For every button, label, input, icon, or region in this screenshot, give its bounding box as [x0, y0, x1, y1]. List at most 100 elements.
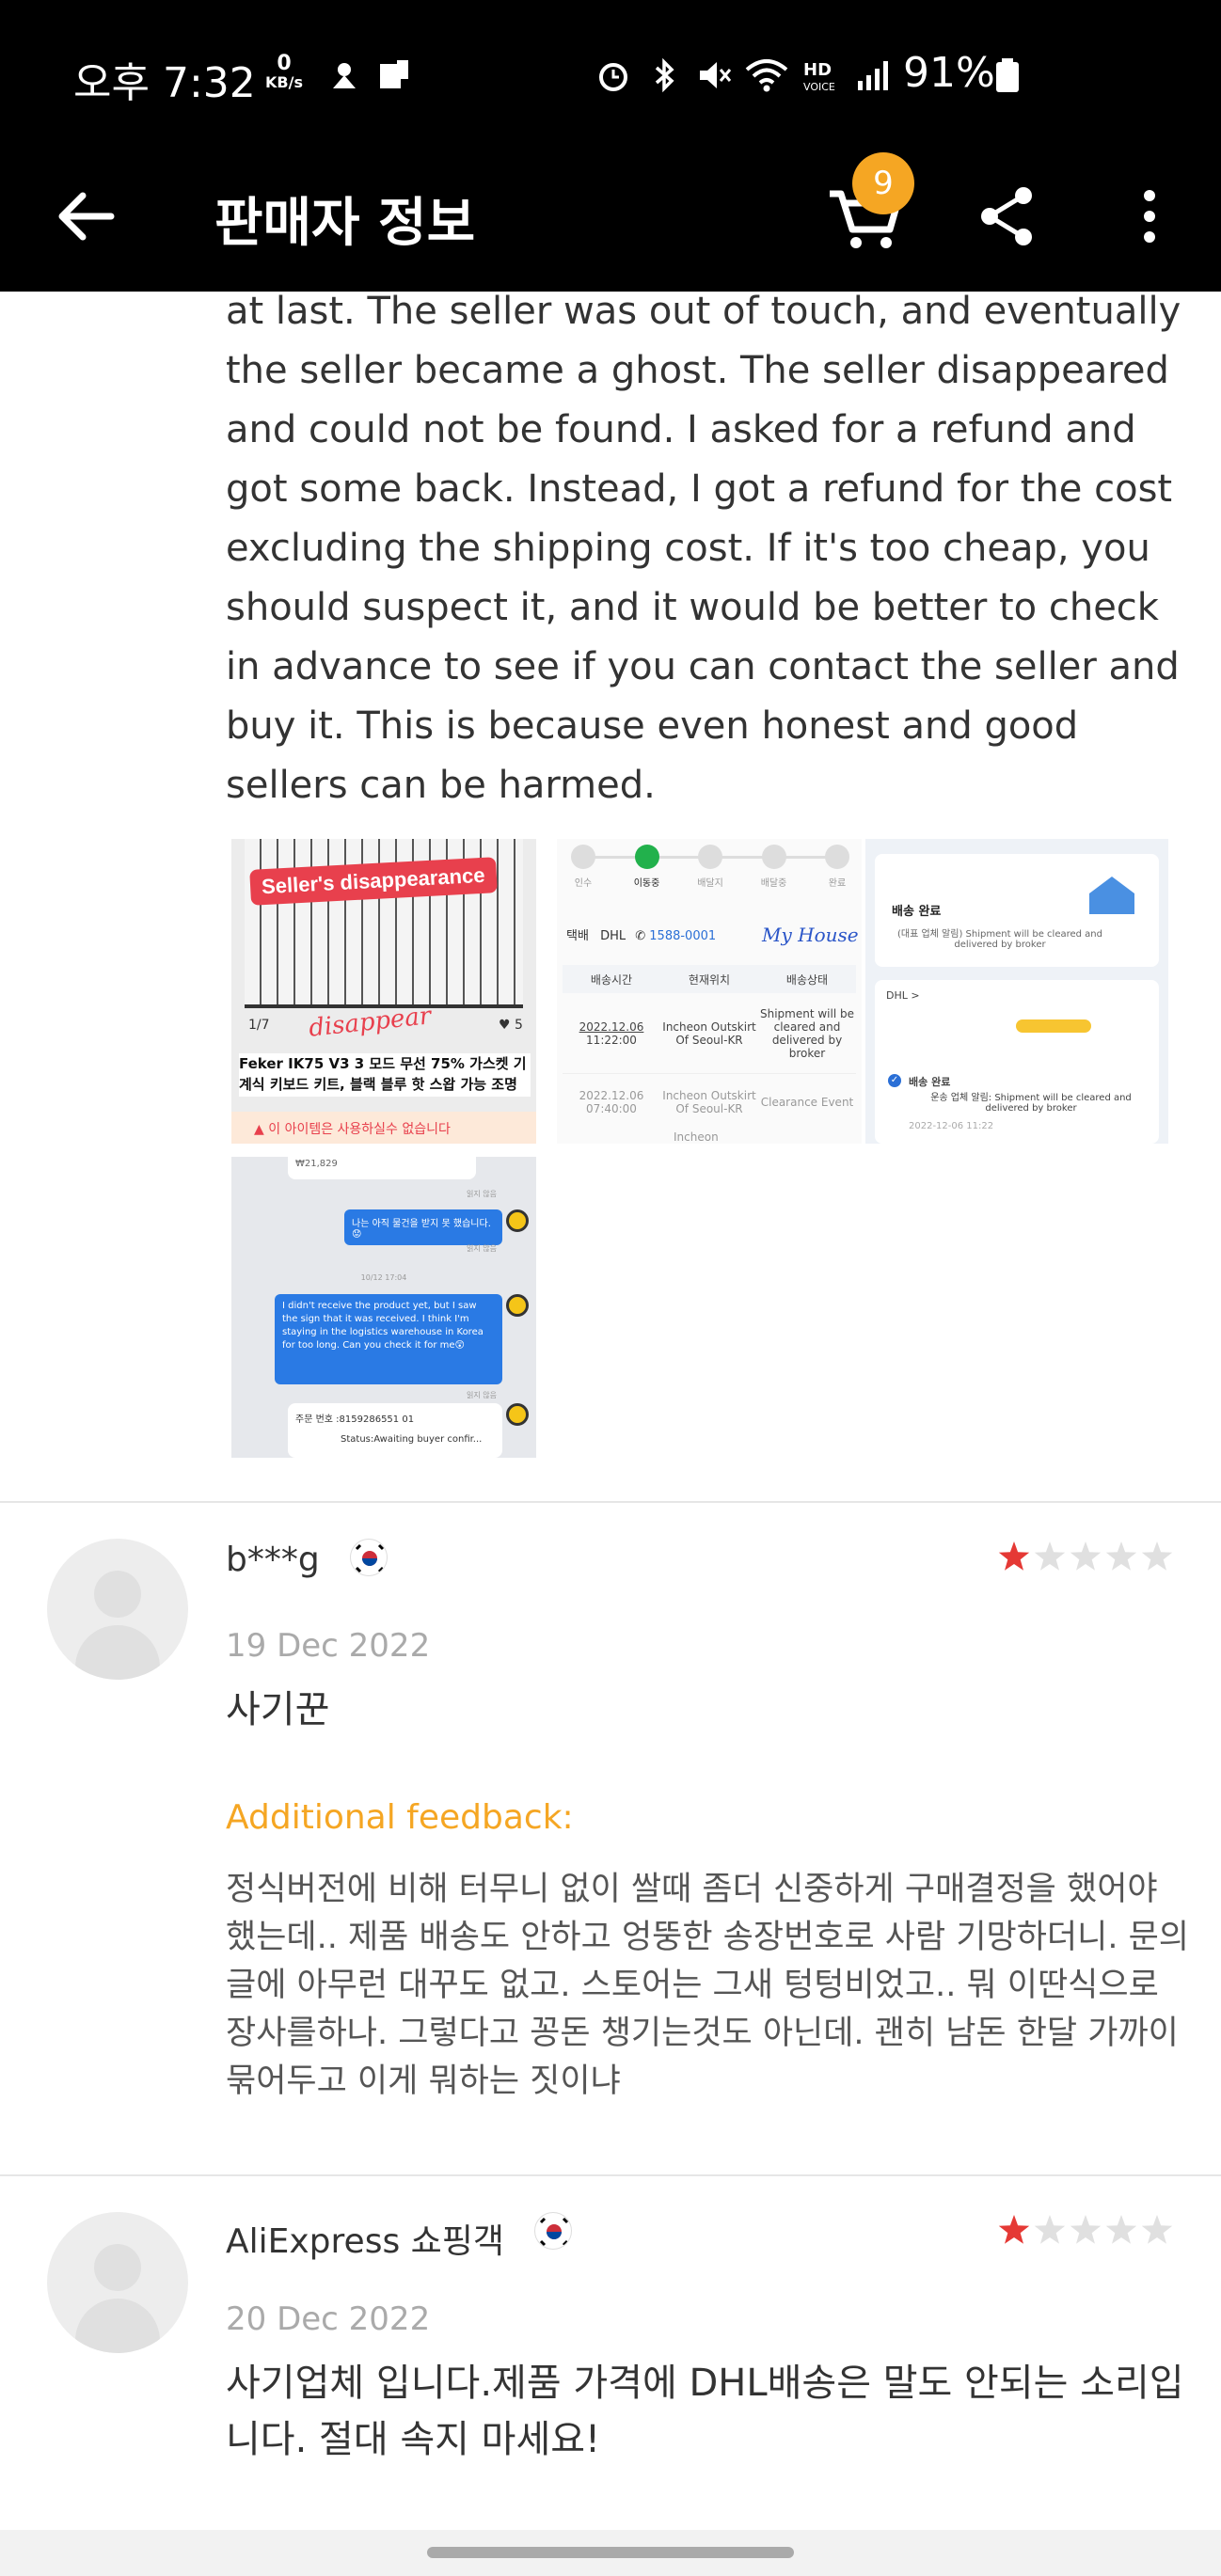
read-status-3: 읽지 않음	[467, 1391, 497, 1399]
svg-text:HD: HD	[803, 60, 832, 80]
step-label: 완료	[828, 878, 847, 889]
review-text-continued: at last. The seller was out of touch, an…	[226, 290, 1181, 807]
share-icon[interactable]	[975, 179, 1040, 254]
cart-count-badge: 9	[852, 152, 914, 214]
delivery-desc: (대표 업체 알림) Shipment will be cleared and …	[897, 929, 1102, 950]
carrier-name: DHL	[600, 929, 626, 943]
star-filled-icon	[998, 2215, 1030, 2244]
star-empty-icon	[1034, 1541, 1066, 1571]
wifi-icon	[745, 59, 788, 92]
row1-date: 2022.12.06	[579, 1019, 644, 1034]
star-empty-icon	[1141, 1541, 1173, 1571]
delivery-card: 배송 완료 (대표 업체 알림) Shipment will be cleare…	[875, 854, 1159, 967]
status-desc: 운송 업체 알림: Shipment will be cleared and d…	[930, 1093, 1132, 1114]
row1-status: Shipment will be cleared and delivered b…	[759, 1006, 854, 1060]
star-empty-icon	[1070, 1541, 1102, 1571]
avatar	[47, 2212, 188, 2353]
warning-bar: ▲ 이 아이템은 사용하실수 없습니다	[231, 1112, 536, 1144]
order-number: 주문 번호 :8159286551 01	[295, 1414, 415, 1425]
step-dot-icon	[825, 845, 849, 869]
carrier-link[interactable]: DHL >	[886, 989, 920, 1002]
product-title: Feker IK75 V3 3 모드 무선 75% 가스켓 기계식 키보드 키트…	[239, 1053, 531, 1097]
notification-icon	[333, 63, 356, 88]
my-house-annotation: My House	[762, 924, 859, 946]
hd-voice-icon: HD VOICE	[803, 60, 835, 93]
order-card: 주문 번호 :8159286551 01 Status:Awaiting buy…	[288, 1403, 502, 1458]
review-photo-4[interactable]: ₩21,829 읽지 않음 나는 아직 물건을 받지 못 했습니다.😟 읽지 않…	[231, 1157, 536, 1458]
avatar	[47, 1539, 188, 1680]
tracking-row-2: 2022.12.06 07:40:00 Incheon Outskirt Of S…	[563, 1074, 856, 1130]
network-speed-indicator: 0 KB/s	[265, 52, 303, 92]
col-time: 배송시간	[590, 972, 633, 987]
status-time: 오후 7:32	[73, 59, 256, 107]
reviewer-name: b***g	[226, 1541, 320, 1579]
review-divider	[0, 2174, 1221, 2176]
carrier-row: 택배 DHL ✆ 1588-0001	[566, 925, 716, 943]
seller-avatar-3	[506, 1403, 529, 1426]
additional-feedback-text: 정식버전에 비해 터무니 없이 쌀때 좀더 신중하게 구매결정을 했어야 했는데…	[226, 1871, 1189, 2100]
likes-count: ♥ 5	[499, 1018, 523, 1033]
network-speed-value: 0	[277, 52, 292, 75]
chat-bubble-1: 나는 아직 물건을 받지 못 했습니다.😟	[344, 1209, 502, 1245]
korea-flag-icon	[534, 2212, 572, 2250]
star-empty-icon	[1105, 1541, 1137, 1571]
mute-icon	[700, 62, 732, 88]
step-label: 배달지	[697, 878, 723, 889]
warning-icon: ▲	[254, 1122, 264, 1137]
phone-icon: ✆	[635, 929, 646, 943]
row2-date: 2022.12.06	[579, 1089, 644, 1102]
status-bar: 오후 7:32 0 KB/s HD VOICE 91%	[0, 0, 1221, 141]
tracking-table: 배송시간 현재위치 배송상태 2022.12.06 11:22:00 Incheo…	[563, 965, 856, 1144]
chat-amount: ₩21,829	[288, 1157, 476, 1179]
order-status: Status:Awaiting buyer confir...	[341, 1434, 483, 1445]
step-label: 이동중	[633, 878, 660, 889]
step-dot-icon	[698, 845, 722, 869]
network-speed-unit: KB/s	[265, 73, 303, 91]
review-text: 사기꾼	[226, 1688, 330, 1731]
seller-avatar-2	[506, 1294, 529, 1317]
chat-bubble-2: I didn't receive the product yet, but I …	[275, 1294, 502, 1384]
row2-location: Incheon Outskirt Of Seoul-KR	[662, 1089, 756, 1115]
seller-avatar-1	[506, 1209, 529, 1232]
more-vertical-icon[interactable]	[1121, 179, 1178, 254]
status-title: 배송 완료	[909, 1076, 951, 1088]
arrow-left-icon[interactable]	[49, 179, 124, 254]
star-empty-icon	[1070, 2215, 1102, 2244]
carrier-phone[interactable]: 1588-0001	[649, 929, 716, 943]
tracking-step: 완료	[818, 845, 856, 905]
tracking-step: 배달지	[691, 845, 729, 905]
review-date: 19 Dec 2022	[226, 1627, 431, 1665]
warning-text: 이 아이템은 사용하실수 없습니다	[268, 1122, 451, 1137]
step-dot-icon	[634, 845, 659, 869]
review-photo-3[interactable]: 배송 완료 (대표 업체 알림) Shipment will be cleare…	[865, 839, 1168, 1144]
date-separator: 10/12 17:04	[360, 1273, 407, 1282]
step-label: 배달중	[760, 878, 787, 889]
reviewer-name: AliExpress 쇼핑객	[226, 2222, 505, 2261]
home-indicator[interactable]	[427, 2547, 794, 2558]
col-location: 현재위치	[688, 972, 731, 987]
row1-time: 11:22:00	[586, 1033, 637, 1047]
battery-icon	[996, 58, 1019, 92]
signal-icon	[858, 61, 888, 90]
review-photo-1[interactable]: Seller's disappearance disappear 1/7 ♥ 5…	[231, 839, 536, 1144]
carrier-card: DHL > ✓ 배송 완료 운송 업체 알림: Shipment will be…	[875, 980, 1159, 1144]
row2-status: Clearance Event	[760, 1096, 854, 1109]
star-rating	[995, 1539, 1183, 1576]
delivery-title: 배송 완료	[892, 905, 942, 919]
review-photo-2[interactable]: 인수 이동중 배달지 배달중 완료 택배 DHL ✆ 1588-0001 My Hous…	[557, 839, 862, 1144]
star-empty-icon	[1105, 2215, 1137, 2244]
read-status-2: 읽지 않음	[467, 1244, 497, 1253]
korea-flag-icon	[350, 1539, 388, 1576]
read-status-1: 읽지 않음	[467, 1190, 497, 1198]
image-counter: 1/7	[248, 1018, 270, 1033]
review-text: 사기업체 입니다.제품 가격에 DHL배송은 말도 안되는 소리입니다. 절대 …	[226, 2362, 1184, 2461]
likes-value: 5	[515, 1018, 523, 1033]
star-empty-icon	[1034, 2215, 1066, 2244]
star-empty-icon	[1141, 2215, 1173, 2244]
review-divider	[0, 1501, 1221, 1503]
row2-time: 07:40:00	[586, 1102, 637, 1115]
bluetooth-icon	[655, 57, 674, 93]
row1-location: Incheon Outskirt Of Seoul-KR	[662, 1019, 756, 1047]
svg-text:VOICE: VOICE	[803, 81, 835, 93]
tracking-step: 이동중	[628, 845, 666, 905]
